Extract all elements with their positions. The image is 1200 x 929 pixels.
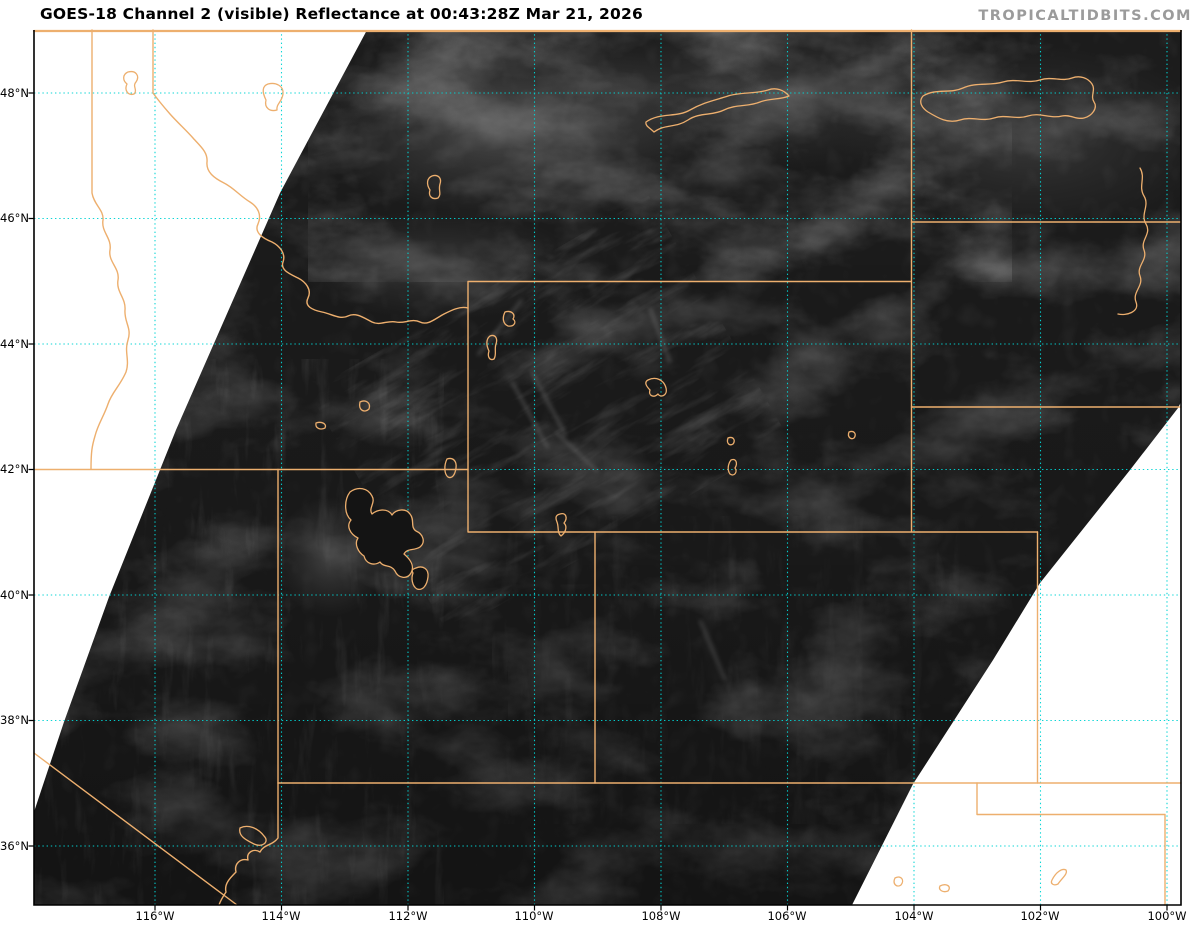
x-tick-label: 100°W [1141, 909, 1193, 923]
small-lake-tx [1051, 869, 1066, 884]
x-tick-label: 114°W [255, 909, 307, 923]
x-tick-label: 106°W [761, 909, 813, 923]
satellite-scan-imagery [34, 20, 1200, 905]
y-tick-label: 38°N [0, 713, 28, 727]
y-tick-label: 48°N [0, 86, 28, 100]
southern-darkening [34, 30, 1181, 905]
small-lake-nm-1 [894, 877, 903, 886]
satellite-map [0, 0, 1200, 929]
satellite-image-page: GOES-18 Channel 2 (visible) Reflectance … [0, 0, 1200, 929]
border-washington-idaho-snake-river [91, 30, 129, 469]
small-lake-nm-2 [940, 885, 950, 892]
y-axis-tick-marks [29, 93, 35, 846]
lake-pend-oreille [124, 72, 138, 95]
y-tick-label: 42°N [0, 462, 28, 476]
utah-lake [412, 567, 428, 589]
border-oklahoma-texas-panhandle [977, 783, 1165, 905]
x-tick-label: 102°W [1014, 909, 1066, 923]
x-tick-label: 108°W [635, 909, 687, 923]
flathead-lake [263, 83, 283, 110]
x-tick-label: 112°W [382, 909, 434, 923]
y-tick-label: 40°N [0, 588, 28, 602]
y-tick-label: 44°N [0, 337, 28, 351]
x-tick-label: 104°W [888, 909, 940, 923]
y-tick-label: 36°N [0, 839, 28, 853]
x-tick-label: 110°W [508, 909, 560, 923]
x-tick-label: 116°W [129, 909, 181, 923]
y-tick-label: 46°N [0, 211, 28, 225]
